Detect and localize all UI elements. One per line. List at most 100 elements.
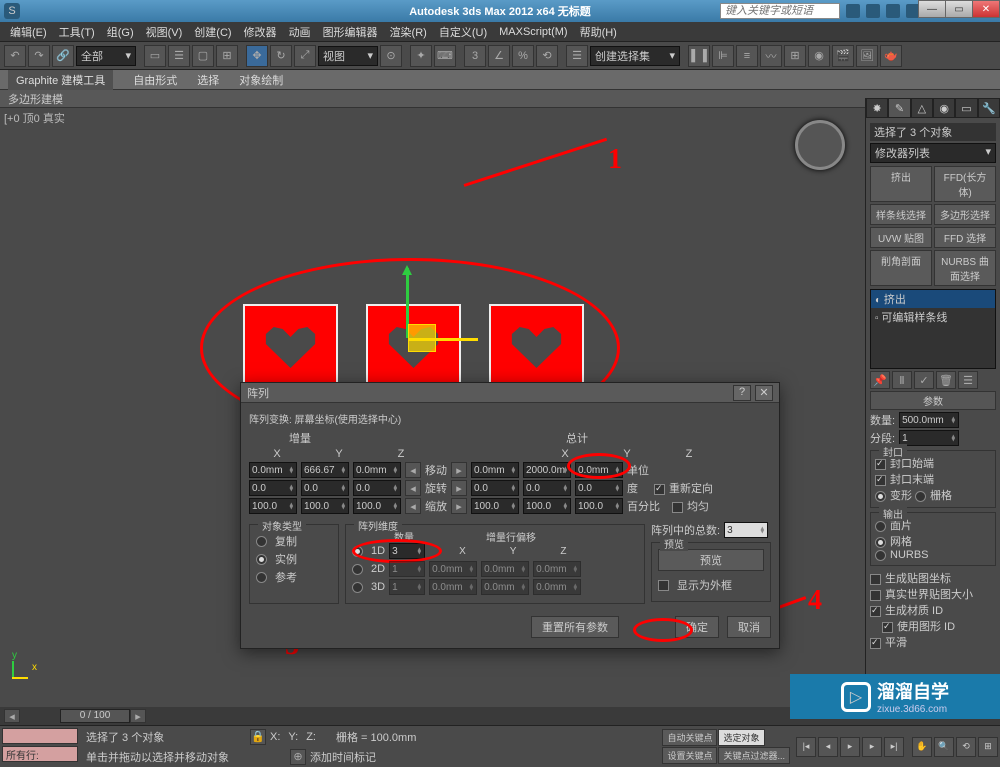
dialog-titlebar[interactable]: 阵列 ?✕ bbox=[241, 383, 779, 403]
morph-radio[interactable] bbox=[875, 491, 886, 502]
align-button[interactable]: ⊫ bbox=[712, 45, 734, 67]
btn-nurbs-sel[interactable]: NURBS 曲面选择 bbox=[934, 250, 996, 286]
orbit-button[interactable]: ⟲ bbox=[956, 737, 976, 757]
zoom-button[interactable]: 🔍 bbox=[934, 737, 954, 757]
keymode-button[interactable]: ⌨ bbox=[434, 45, 456, 67]
params-rollout[interactable]: 参数 bbox=[870, 391, 996, 410]
tot-sc-z[interactable]: 100.0 bbox=[575, 498, 623, 514]
manip-button[interactable]: ✦ bbox=[410, 45, 432, 67]
time-next-button[interactable]: ▸ bbox=[130, 709, 146, 723]
useshape-check[interactable] bbox=[882, 622, 893, 633]
hierarchy-tab[interactable]: △ bbox=[911, 98, 933, 118]
menu-rendering[interactable]: 渲染(R) bbox=[384, 24, 433, 40]
rect-select-button[interactable]: ▢ bbox=[192, 45, 214, 67]
move-left-button[interactable]: ◂ bbox=[405, 462, 421, 478]
inc-sc-z[interactable]: 100.0 bbox=[353, 498, 401, 514]
btn-chamfer[interactable]: 削角剖面 bbox=[870, 250, 932, 286]
tot-move-y[interactable]: 2000.0m bbox=[523, 462, 571, 478]
move-right-button[interactable]: ▸ bbox=[451, 462, 467, 478]
psnap-button[interactable]: % bbox=[512, 45, 534, 67]
tab-objectpaint[interactable]: 对象绘制 bbox=[239, 72, 283, 88]
motion-tab[interactable]: ◉ bbox=[933, 98, 955, 118]
select-button[interactable]: ▭ bbox=[144, 45, 166, 67]
3d-radio[interactable] bbox=[352, 582, 363, 593]
tot-rot-z[interactable]: 0.0 bbox=[575, 480, 623, 496]
menu-grapheditors[interactable]: 图形编辑器 bbox=[317, 24, 384, 40]
maximize-vp-button[interactable]: ⊞ bbox=[978, 737, 998, 757]
dialog-close-button[interactable]: ✕ bbox=[755, 385, 773, 401]
mirror-button[interactable]: ▌▐ bbox=[688, 45, 710, 67]
help-search-input[interactable] bbox=[720, 3, 840, 19]
menu-modifiers[interactable]: 修改器 bbox=[238, 24, 283, 40]
inc-move-x[interactable]: 0.0mm bbox=[249, 462, 297, 478]
cap-end-check[interactable] bbox=[875, 475, 886, 486]
btn-ffd-sel[interactable]: FFD 选择 bbox=[934, 227, 996, 248]
time-prev-button[interactable]: ◂ bbox=[4, 709, 20, 723]
help-icon[interactable] bbox=[846, 4, 860, 18]
inc-rot-z[interactable]: 0.0 bbox=[353, 480, 401, 496]
mesh-radio[interactable] bbox=[875, 537, 886, 548]
lock-button[interactable]: 🔒 bbox=[250, 729, 266, 745]
viewcube[interactable] bbox=[795, 120, 845, 170]
tot-move-x[interactable]: 0.0mm bbox=[471, 462, 519, 478]
keyfilters-button[interactable]: 关键点过滤器... bbox=[718, 747, 790, 764]
utilities-tab[interactable]: 🔧 bbox=[978, 98, 1000, 118]
menu-help[interactable]: 帮助(H) bbox=[574, 24, 623, 40]
link-button[interactable]: 🔗 bbox=[52, 45, 74, 67]
rotate-button[interactable]: ↻ bbox=[270, 45, 292, 67]
spinner-snap-button[interactable]: ⟲ bbox=[536, 45, 558, 67]
viewport-label[interactable]: [+0 顶0 真实 bbox=[4, 110, 65, 126]
coord-dropdown[interactable]: 视图▾ bbox=[318, 46, 378, 66]
cap-start-check[interactable] bbox=[875, 459, 886, 470]
instance-radio[interactable] bbox=[256, 554, 267, 565]
prev-frame-button[interactable]: ◂ bbox=[818, 737, 838, 757]
window-crossing-button[interactable]: ⊞ bbox=[216, 45, 238, 67]
2d-count[interactable]: 1 bbox=[389, 561, 425, 577]
stack-editable-spline[interactable]: ▫ 可编辑样条线 bbox=[871, 308, 995, 326]
select-name-button[interactable]: ☰ bbox=[168, 45, 190, 67]
menu-edit[interactable]: 编辑(E) bbox=[4, 24, 53, 40]
uniform-check[interactable] bbox=[672, 502, 683, 513]
named-sel-button[interactable]: ☰ bbox=[566, 45, 588, 67]
menu-animation[interactable]: 动画 bbox=[283, 24, 317, 40]
goto-start-button[interactable]: |◂ bbox=[796, 737, 816, 757]
sc-left-button[interactable]: ◂ bbox=[405, 498, 421, 514]
tot-rot-x[interactable]: 0.0 bbox=[471, 480, 519, 496]
inc-rot-x[interactable]: 0.0 bbox=[249, 480, 297, 496]
menu-create[interactable]: 创建(C) bbox=[188, 24, 237, 40]
menu-tools[interactable]: 工具(T) bbox=[53, 24, 101, 40]
copy-radio[interactable] bbox=[256, 536, 267, 547]
config-button[interactable]: ☰ bbox=[958, 371, 978, 389]
menu-views[interactable]: 视图(V) bbox=[140, 24, 189, 40]
all-rows-field[interactable]: 所有行: bbox=[2, 746, 78, 762]
tab-graphite[interactable]: Graphite 建模工具 bbox=[8, 70, 113, 90]
reference-radio[interactable] bbox=[256, 572, 267, 583]
next-frame-button[interactable]: ▸ bbox=[862, 737, 882, 757]
amount-spinner[interactable]: 500.0mm bbox=[899, 412, 959, 428]
time-slider[interactable]: 0 / 100 bbox=[60, 709, 130, 723]
rot-right-button[interactable]: ▸ bbox=[451, 480, 467, 496]
maximize-button[interactable]: ▭ bbox=[945, 0, 973, 18]
inc-move-z[interactable]: 0.0mm bbox=[353, 462, 401, 478]
btn-uvw[interactable]: UVW 贴图 bbox=[870, 227, 932, 248]
minimize-button[interactable]: — bbox=[918, 0, 946, 18]
asnap-button[interactable]: ∠ bbox=[488, 45, 510, 67]
remove-mod-button[interactable]: 🗑 bbox=[936, 371, 956, 389]
comm-icon[interactable] bbox=[866, 4, 880, 18]
btn-ffd[interactable]: FFD(长方体) bbox=[934, 166, 996, 202]
wire-check[interactable] bbox=[658, 580, 669, 591]
goto-end-button[interactable]: ▸| bbox=[884, 737, 904, 757]
move-button[interactable]: ✥ bbox=[246, 45, 268, 67]
inc-sc-y[interactable]: 100.0 bbox=[301, 498, 349, 514]
mat-ed-button[interactable]: ◉ bbox=[808, 45, 830, 67]
btn-spline-sel[interactable]: 样条线选择 bbox=[870, 204, 932, 225]
undo-button[interactable]: ↶ bbox=[4, 45, 26, 67]
cancel-button[interactable]: 取消 bbox=[727, 616, 771, 638]
btn-poly-sel[interactable]: 多边形选择 bbox=[934, 204, 996, 225]
pivot-button[interactable]: ⊙ bbox=[380, 45, 402, 67]
3d-count[interactable]: 1 bbox=[389, 579, 425, 595]
tot-rot-y[interactable]: 0.0 bbox=[523, 480, 571, 496]
layers-button[interactable]: ≡ bbox=[736, 45, 758, 67]
modifier-stack[interactable]: ◐ 挤出 ▫ 可编辑样条线 bbox=[870, 289, 996, 369]
pin-stack-button[interactable]: 📌 bbox=[870, 371, 890, 389]
